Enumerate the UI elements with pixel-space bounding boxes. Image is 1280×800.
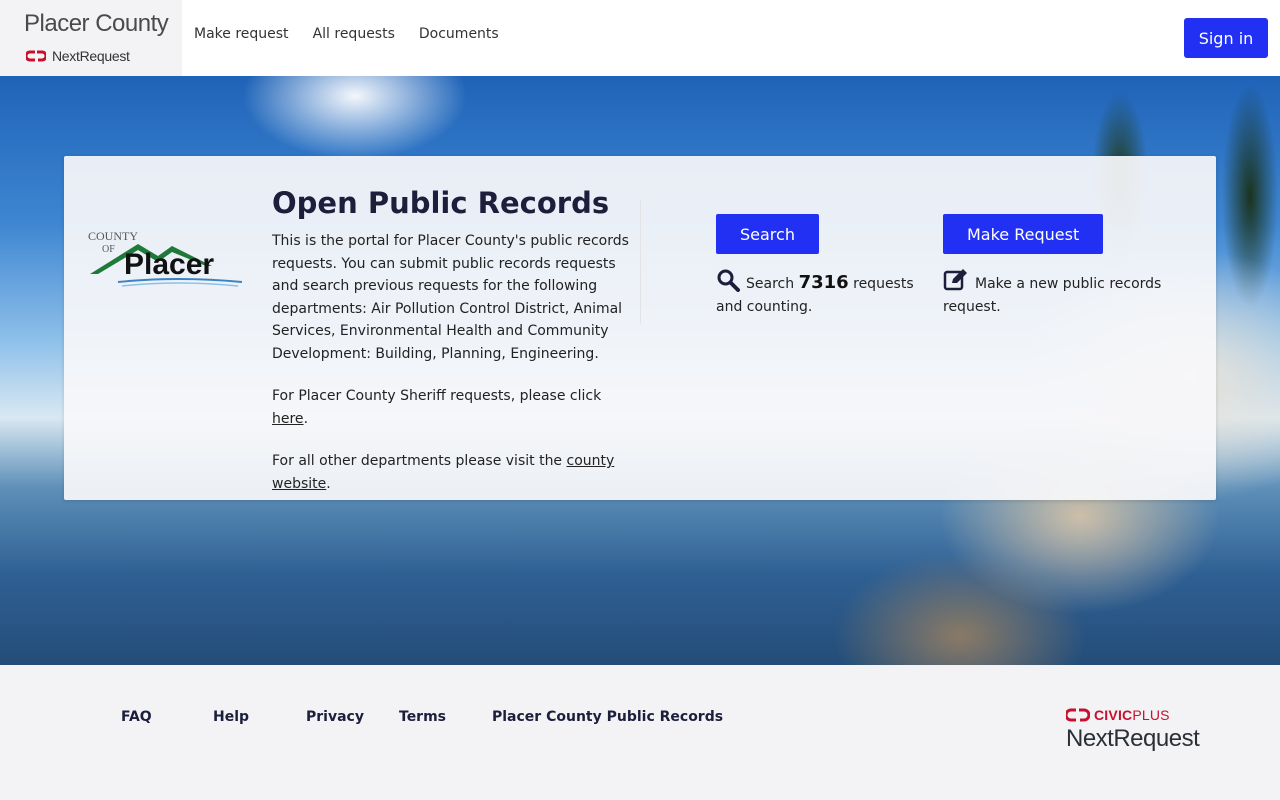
civicplus-brand[interactable]: CIVICPLUS NextRequest [1066, 707, 1200, 753]
make-request-action: Make Request Make a new public records r… [943, 214, 1173, 318]
nav-make-request[interactable]: Make request [194, 26, 289, 42]
intro-card: COUNTY OF Placer Open Public Records Thi… [64, 156, 1216, 500]
brand-sub: NextRequest [26, 48, 130, 64]
other-departments-paragraph: For all other departments please visit t… [272, 453, 615, 492]
civicplus-label: CIVICPLUS [1094, 707, 1170, 723]
footer-public-records-link[interactable]: Placer County Public Records [492, 709, 723, 725]
search-icon [717, 269, 740, 292]
top-header: Placer County NextRequest Make request A… [0, 0, 1280, 76]
civicplus-logo-icon [1066, 708, 1090, 722]
card-divider [640, 200, 641, 324]
intro-text: This is the portal for Placer County's p… [272, 230, 632, 515]
brand-sub-label: NextRequest [52, 48, 130, 64]
sheriff-here-link[interactable]: here [272, 411, 304, 427]
county-logo: COUNTY OF Placer [88, 229, 243, 287]
brand-title[interactable]: Placer County [24, 10, 169, 38]
civicplus-logo-icon [26, 50, 46, 62]
footer: FAQ Help Privacy Terms Placer County Pub… [0, 665, 1280, 800]
search-action: Search Search 7316 requests and counting… [716, 214, 916, 318]
logo-county-text: COUNTY [88, 229, 138, 243]
request-count: 7316 [798, 272, 849, 293]
page-title: Open Public Records [272, 186, 610, 220]
sheriff-paragraph: For Placer County Sheriff requests, plea… [272, 388, 602, 427]
footer-links: FAQ Help Privacy Terms Placer County Pub… [121, 709, 723, 725]
intro-paragraph: This is the portal for Placer County's p… [272, 233, 629, 362]
search-button[interactable]: Search [716, 214, 819, 254]
footer-help-link[interactable]: Help [213, 709, 306, 725]
make-request-button[interactable]: Make Request [943, 214, 1104, 254]
search-description: Search 7316 requests and counting. [716, 268, 916, 318]
logo-name-text: Placer [124, 248, 214, 281]
logo-of-text: OF [102, 244, 115, 255]
make-request-description: Make a new public records request. [943, 268, 1173, 318]
nav-all-requests[interactable]: All requests [313, 26, 395, 42]
nextrequest-label: NextRequest [1066, 725, 1200, 752]
footer-terms-link[interactable]: Terms [399, 709, 492, 725]
footer-faq-link[interactable]: FAQ [121, 709, 213, 725]
footer-privacy-link[interactable]: Privacy [306, 709, 399, 725]
nav-documents[interactable]: Documents [419, 26, 499, 42]
main-nav: Make request All requests Documents [194, 26, 499, 42]
civicplus-top: CIVICPLUS [1066, 707, 1199, 723]
brand-block[interactable]: Placer County NextRequest [0, 0, 182, 76]
hero-background: COUNTY OF Placer Open Public Records Thi… [0, 76, 1280, 665]
edit-icon [943, 269, 967, 291]
sign-in-button[interactable]: Sign in [1184, 18, 1268, 58]
